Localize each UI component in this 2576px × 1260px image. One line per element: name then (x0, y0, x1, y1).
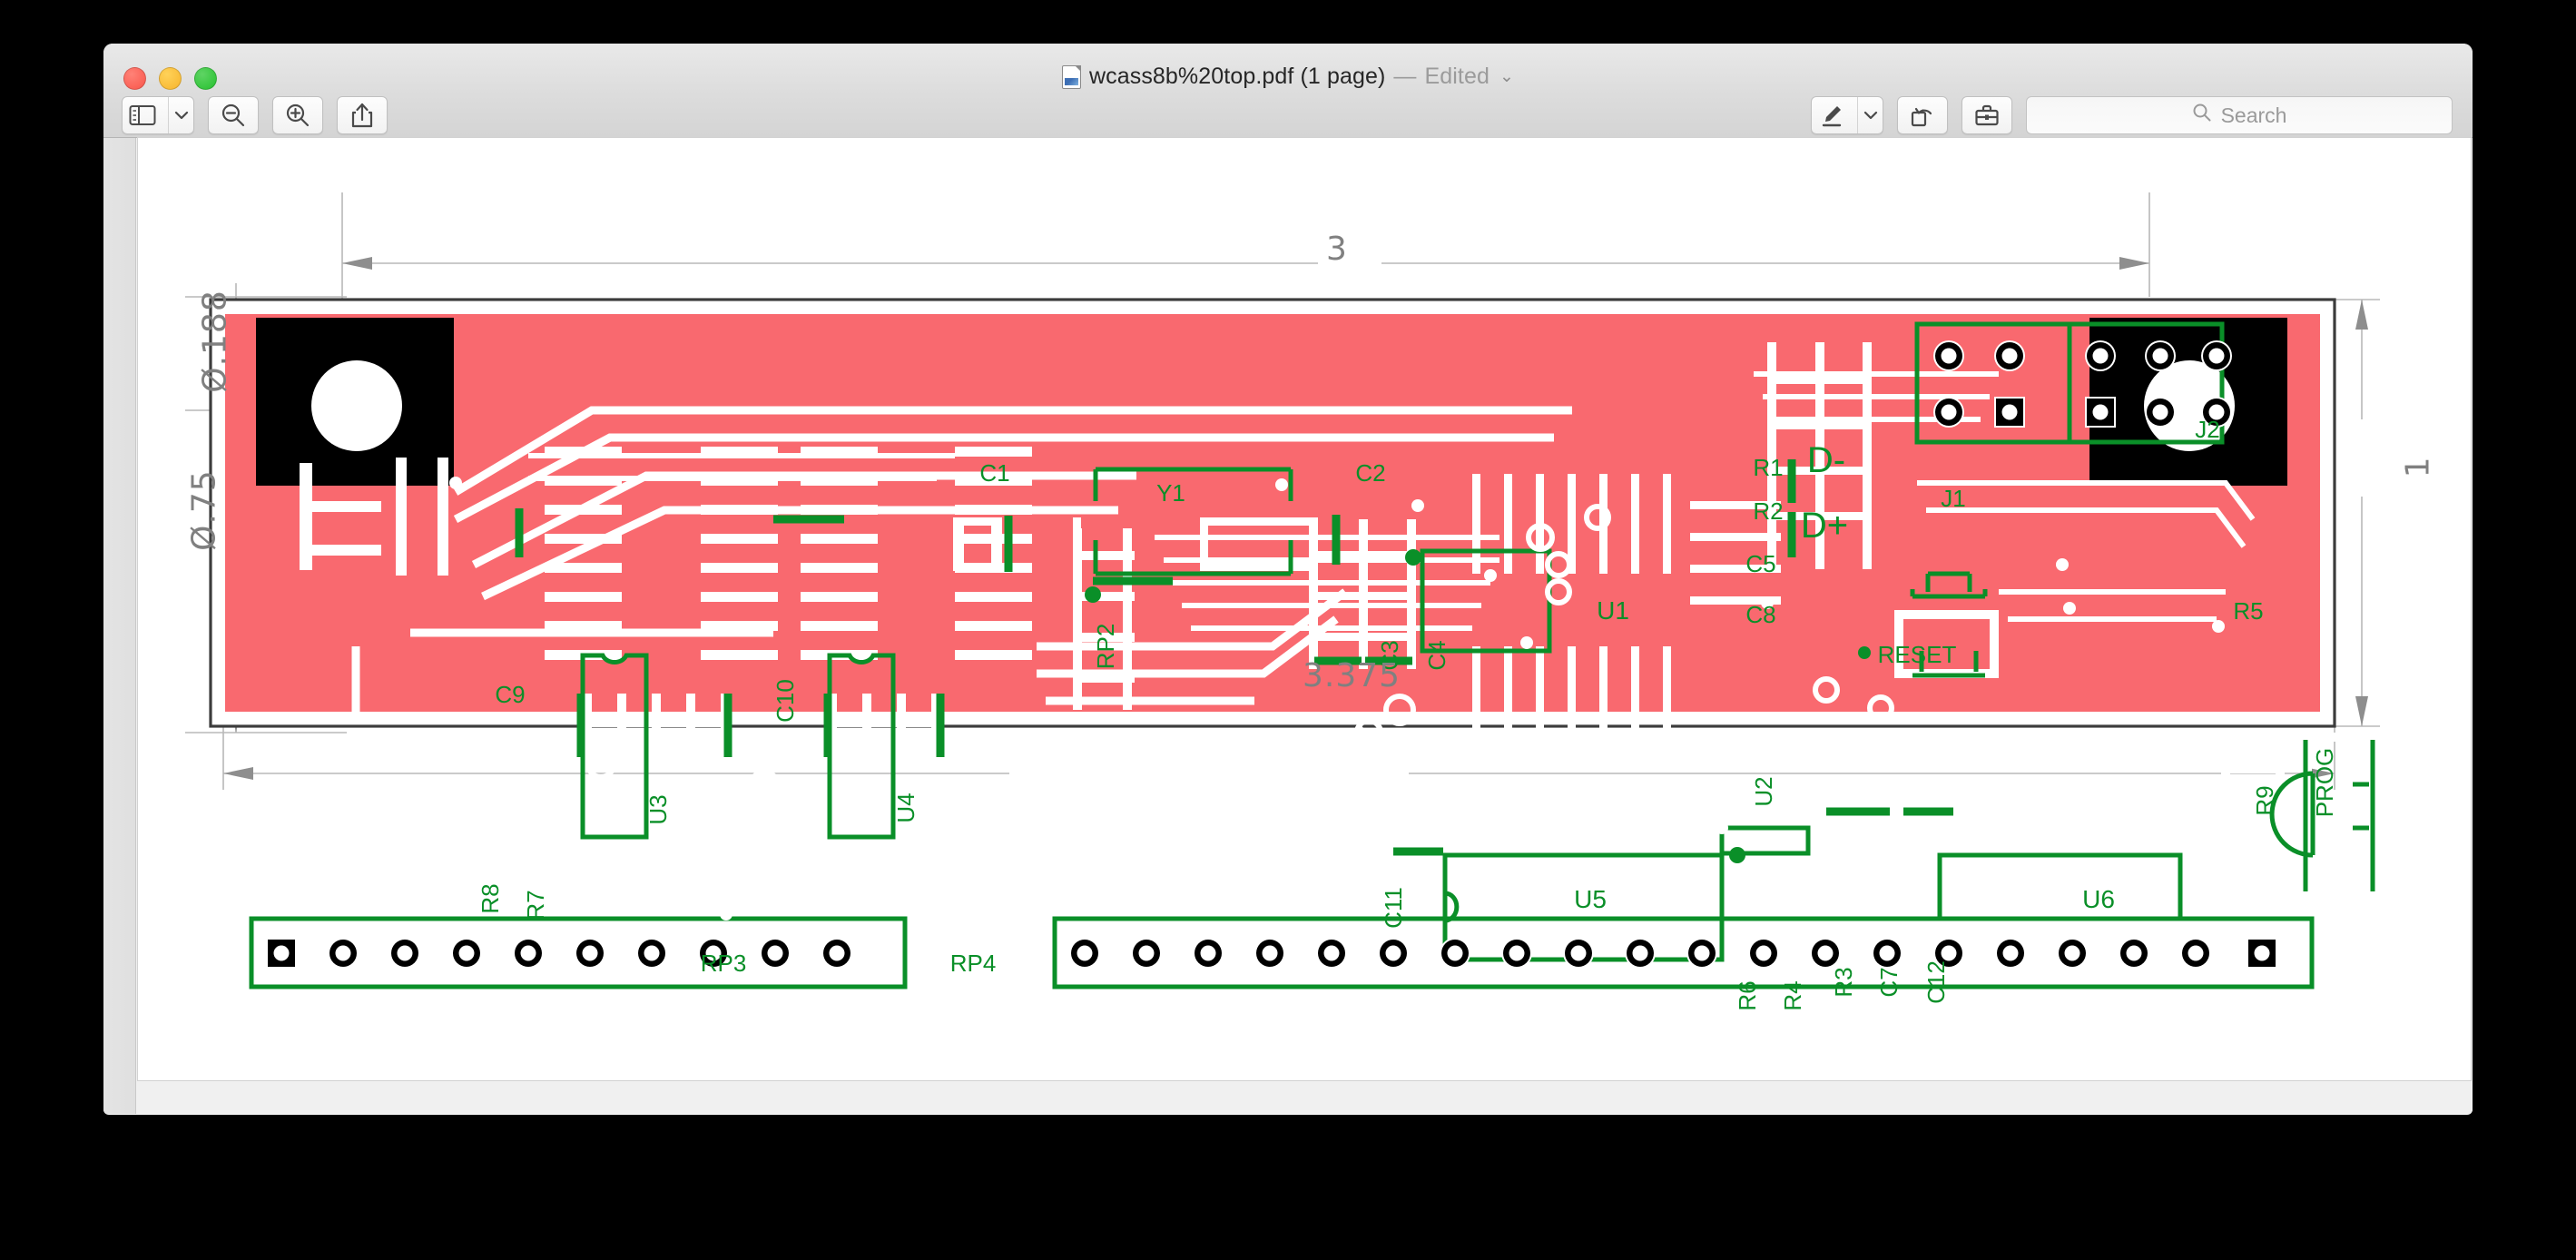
refdes-d-: D- (1807, 440, 1845, 480)
sidebar-view-button[interactable] (122, 96, 194, 134)
window-controls (123, 67, 217, 90)
refdes-u2: U2 (1750, 776, 1777, 806)
refdes-c8: C8 (1745, 601, 1775, 628)
pdf-document-icon (1062, 65, 1081, 89)
refdes-c9: C9 (495, 681, 525, 708)
magnifier-plus-icon (284, 102, 311, 129)
sidebar-icon (129, 104, 156, 126)
refdes-c11: C11 (1380, 887, 1407, 929)
refdes-reset: RESET (1878, 641, 1957, 668)
dimension-left-lower: Ø.75 (185, 469, 222, 551)
refdes-r6: R6 (1734, 980, 1761, 1010)
refdes-u3: U3 (644, 794, 672, 824)
dimension-bottom: 3.375 (1303, 657, 1401, 694)
refdes-j1: J1 (1941, 485, 1965, 512)
refdes-d-: D+ (1801, 506, 1848, 546)
dimension-top: 3 (1326, 231, 1348, 268)
search-placeholder: Search (2221, 103, 2287, 128)
search-icon (2192, 103, 2212, 128)
title-chevron-down-icon[interactable]: ⌄ (1499, 66, 1514, 87)
bottom-header-right-pads (1069, 938, 2277, 969)
window-titlebar[interactable]: wcass8b%20top.pdf (1 page) — Edited ⌄ (103, 44, 2473, 138)
toolbar-right-group: Search (1811, 96, 2453, 134)
refdes-r3: R3 (1830, 967, 1857, 997)
toolbar-left-group (122, 96, 388, 134)
zoom-in-button[interactable] (272, 96, 323, 134)
refdes-c7: C7 (1875, 967, 1903, 997)
pdf-page: C1Y1C2R1R2C5C8D-D+J1J2RESETR5U1C3C4RP2C9… (138, 138, 2471, 1080)
refdes-c2: C2 (1355, 459, 1385, 487)
pcb-artwork: C1Y1C2R1R2C5C8D-D+J1J2RESETR5U1C3C4RP2C9… (138, 138, 2471, 1080)
refdes-c5: C5 (1745, 550, 1775, 577)
highlighter-pen-icon (1819, 103, 1844, 128)
refdes-u6: U6 (2082, 885, 2115, 913)
window-title: wcass8b%20top.pdf (1 page) — Edited ⌄ (103, 64, 2473, 90)
refdes-c12: C12 (1922, 960, 1950, 1004)
maximize-button[interactable] (194, 67, 217, 90)
share-button[interactable] (337, 96, 388, 134)
share-upload-icon (349, 102, 375, 129)
dimension-left-upper: Ø.188 (196, 290, 233, 393)
refdes-r1: R1 (1753, 454, 1783, 481)
markup-button[interactable] (1811, 96, 1883, 134)
refdes-y1: Y1 (1156, 479, 1185, 507)
zoom-out-button[interactable] (208, 96, 259, 134)
rotate-button[interactable] (1897, 96, 1948, 134)
window-title-status: Edited (1425, 64, 1490, 90)
pcb-layout-drawing: C1Y1C2R1R2C5C8D-D+J1J2RESETR5U1C3C4RP2C9… (138, 138, 2471, 1080)
markup-toolbar-button[interactable] (1961, 96, 2012, 134)
refdes-r5: R5 (2233, 597, 2263, 625)
refdes-c1: C1 (979, 459, 1009, 487)
pcb-board: C1Y1C2R1R2C5C8D-D+J1J2RESETR5U1C3C4RP2C9… (211, 300, 2375, 1037)
window-title-separator: — (1393, 64, 1416, 90)
window-title-filename: wcass8b%20top.pdf (1 page) (1089, 64, 1385, 90)
dimension-right: 1 (2399, 457, 2436, 478)
magnifier-minus-icon (220, 102, 247, 129)
refdes-j2: J2 (2195, 416, 2219, 443)
refdes-r7: R7 (522, 890, 549, 920)
refdes-c10: C10 (772, 679, 799, 723)
refdes-prog: PROG (2311, 748, 2338, 818)
toolbox-icon (1973, 103, 2001, 128)
refdes-rp4: RP4 (950, 950, 997, 977)
thumbnail-sidebar[interactable] (103, 138, 136, 1114)
bottom-header-left-pads (266, 938, 852, 969)
minimize-button[interactable] (159, 67, 182, 90)
refdes-u5: U5 (1574, 885, 1607, 913)
refdes-u4: U4 (892, 792, 919, 822)
pdf-page-scroll-area[interactable]: C1Y1C2R1R2C5C8D-D+J1J2RESETR5U1C3C4RP2C9… (136, 138, 2473, 1114)
rotate-left-icon (1909, 102, 1936, 129)
refdes-c4: C4 (1423, 640, 1450, 670)
refdes-rp2: RP2 (1092, 624, 1119, 670)
chevron-down-icon[interactable] (174, 110, 189, 121)
search-field[interactable]: Search (2026, 96, 2453, 134)
preview-window: wcass8b%20top.pdf (1 page) — Edited ⌄ (103, 44, 2473, 1115)
refdes-rp3: RP3 (701, 950, 747, 977)
close-button[interactable] (123, 67, 146, 90)
refdes-u1: U1 (1597, 596, 1629, 625)
desktop-background: wcass8b%20top.pdf (1 page) — Edited ⌄ (0, 0, 2576, 1260)
refdes-r8: R8 (477, 883, 504, 913)
refdes-r4: R4 (1779, 980, 1806, 1010)
refdes-r9: R9 (2251, 785, 2278, 815)
chevron-down-icon[interactable] (1863, 110, 1878, 121)
refdes-r2: R2 (1753, 497, 1783, 525)
window-content: C1Y1C2R1R2C5C8D-D+J1J2RESETR5U1C3C4RP2C9… (103, 138, 2473, 1114)
